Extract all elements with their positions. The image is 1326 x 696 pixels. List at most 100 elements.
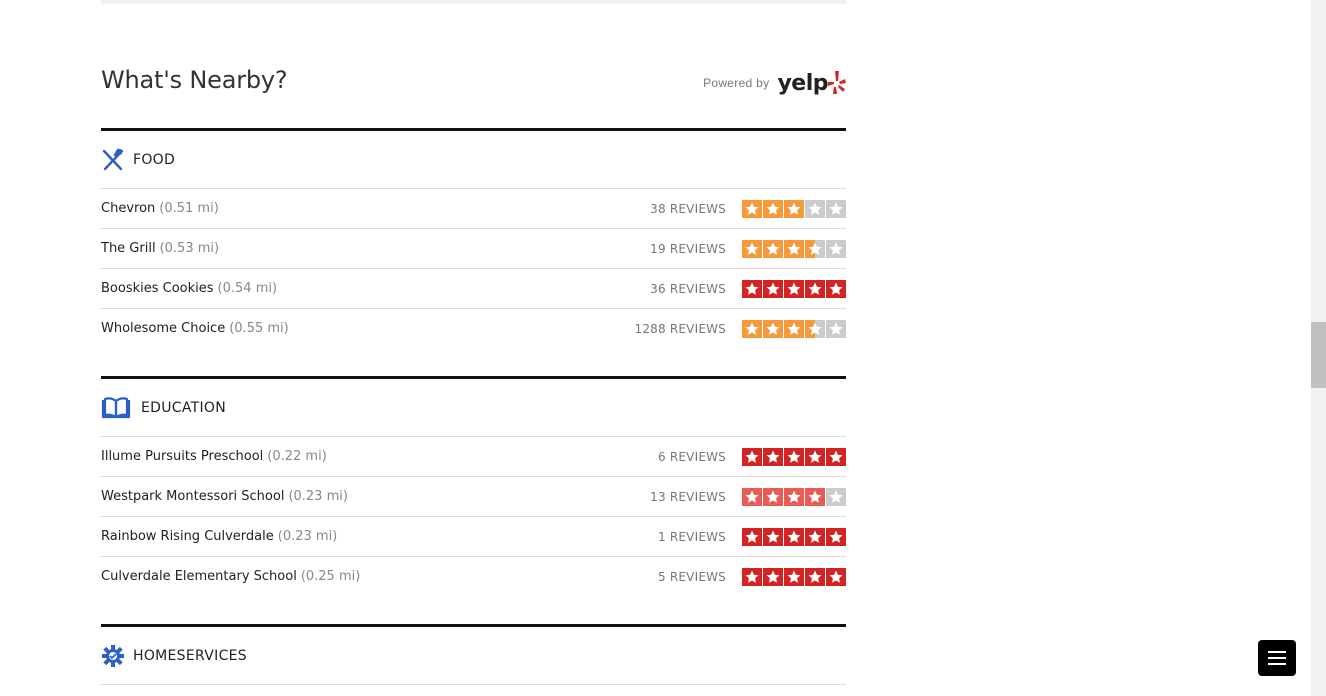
section-header: FOOD [101,131,846,189]
star-icon [763,487,783,506]
star-icon [742,279,762,298]
star-icon [784,239,804,258]
nearby-header: What's Nearby? Powered by yelp [101,60,846,108]
star-icon [826,527,846,546]
menu-button[interactable] [1258,640,1296,676]
nearby-list-item[interactable]: Westpark Montessori School (0.23 mi) 13 RE… [101,477,846,517]
star-icon [784,487,804,506]
business-name[interactable]: Chevron [101,201,155,216]
review-count[interactable]: 13 REVIEWS [650,490,726,504]
star-icon [784,447,804,466]
star-icon [784,319,804,338]
review-count[interactable]: 36 REVIEWS [650,282,726,296]
star-icon [805,447,825,466]
book-icon [101,395,139,421]
star-rating [742,199,846,218]
nearby-list-item[interactable]: Wholesome Choice (0.55 mi) 1288 REVIEWS [101,309,846,348]
business-distance: (0.54 mi) [217,281,278,296]
hamburger-bar [1268,651,1286,653]
star-icon [763,527,783,546]
star-rating [742,567,846,586]
star-icon [805,527,825,546]
star-icon [742,447,762,466]
review-count[interactable]: 38 REVIEWS [650,202,726,216]
business-distance: (0.22 mi) [267,449,327,464]
section-title: FOOD [133,151,176,168]
business-distance: (0.23 mi) [288,489,348,504]
gear-icon [101,643,131,669]
business-name[interactable]: Rainbow Rising Culverdale [101,529,274,544]
review-count[interactable]: 6 REVIEWS [658,450,726,464]
star-icon [826,319,846,338]
page-title: What's Nearby? [101,66,288,94]
review-count[interactable]: 5 REVIEWS [658,570,726,584]
star-icon [805,239,825,258]
star-icon [805,319,825,338]
review-count[interactable]: 19 REVIEWS [650,242,726,256]
business-distance: (0.53 mi) [159,241,220,256]
star-icon [742,567,762,586]
star-icon [763,239,783,258]
star-icon [826,567,846,586]
business-name[interactable]: Westpark Montessori School [101,489,284,504]
star-icon [784,279,804,298]
star-icon [805,487,825,506]
star-rating [742,487,846,506]
star-icon [742,527,762,546]
business-name[interactable]: The Grill [101,241,156,256]
star-rating [742,319,846,338]
previous-section-strip [101,0,846,4]
business-name[interactable]: Wholesome Choice [101,321,225,336]
business-distance: (0.23 mi) [277,529,338,544]
review-count[interactable]: 1 REVIEWS [658,530,726,544]
section-education: EDUCATION Illume Pursuits Preschool (0.22 … [101,376,846,596]
section-title: EDUCATION [141,399,227,416]
business-distance: (0.55 mi) [229,321,289,336]
star-icon [826,447,846,466]
scrollbar-thumb[interactable] [1311,322,1326,388]
star-icon [826,239,846,258]
section-food: FOOD Chevron (0.51 mi) 38 REVIEWS The Grill(… [101,128,846,348]
star-icon [763,279,783,298]
yelp-logo: yelp [777,70,846,96]
section-header: EDUCATION [101,379,846,437]
hamburger-bar [1268,663,1286,665]
nearby-list-item[interactable]: Chevron (0.51 mi) 38 REVIEWS [101,189,846,229]
star-icon [763,447,783,466]
star-icon [784,199,804,218]
powered-by-label: Powered by [703,76,770,90]
section-title: HOMESERVICES [133,647,247,664]
star-rating [742,279,846,298]
business-distance: (0.51 mi) [159,201,219,216]
star-icon [826,199,846,218]
nearby-list-item[interactable]: Culverdale Elementary School (0.25 mi) 5 R… [101,557,846,596]
star-icon [763,319,783,338]
nearby-list-item[interactable]: Rainbow Rising Culverdale (0.23 mi) 1 REVI… [101,517,846,557]
star-icon [763,567,783,586]
star-icon [826,487,846,506]
section-header: HOMESERVICES [101,627,846,685]
nearby-list-item[interactable]: Booskies Cookies (0.54 mi) 36 REVIEWS [101,269,846,309]
review-count[interactable]: 1288 REVIEWS [635,322,727,336]
star-icon [805,199,825,218]
business-name[interactable]: Illume Pursuits Preschool [101,449,263,464]
star-icon [784,567,804,586]
business-distance: (0.25 mi) [300,569,361,584]
star-icon [742,239,762,258]
star-rating [742,447,846,466]
yelp-burst-icon [828,71,846,94]
nearby-list-item[interactable]: The Grill (0.53 mi) 19 REVIEWS [101,229,846,269]
star-icon [805,279,825,298]
business-name[interactable]: Booskies Cookies [101,281,214,296]
star-icon [742,487,762,506]
star-rating [742,527,846,546]
nearby-list-item[interactable]: Illume Pursuits Preschool (0.22 mi) 6 REVI… [101,437,846,477]
star-icon [742,319,762,338]
business-name[interactable]: Culverdale Elementary School [101,569,297,584]
star-icon [805,567,825,586]
star-icon [826,279,846,298]
star-icon [742,199,762,218]
star-icon [763,199,783,218]
yelp-attribution[interactable]: Powered by yelp [703,66,846,100]
star-icon [784,527,804,546]
